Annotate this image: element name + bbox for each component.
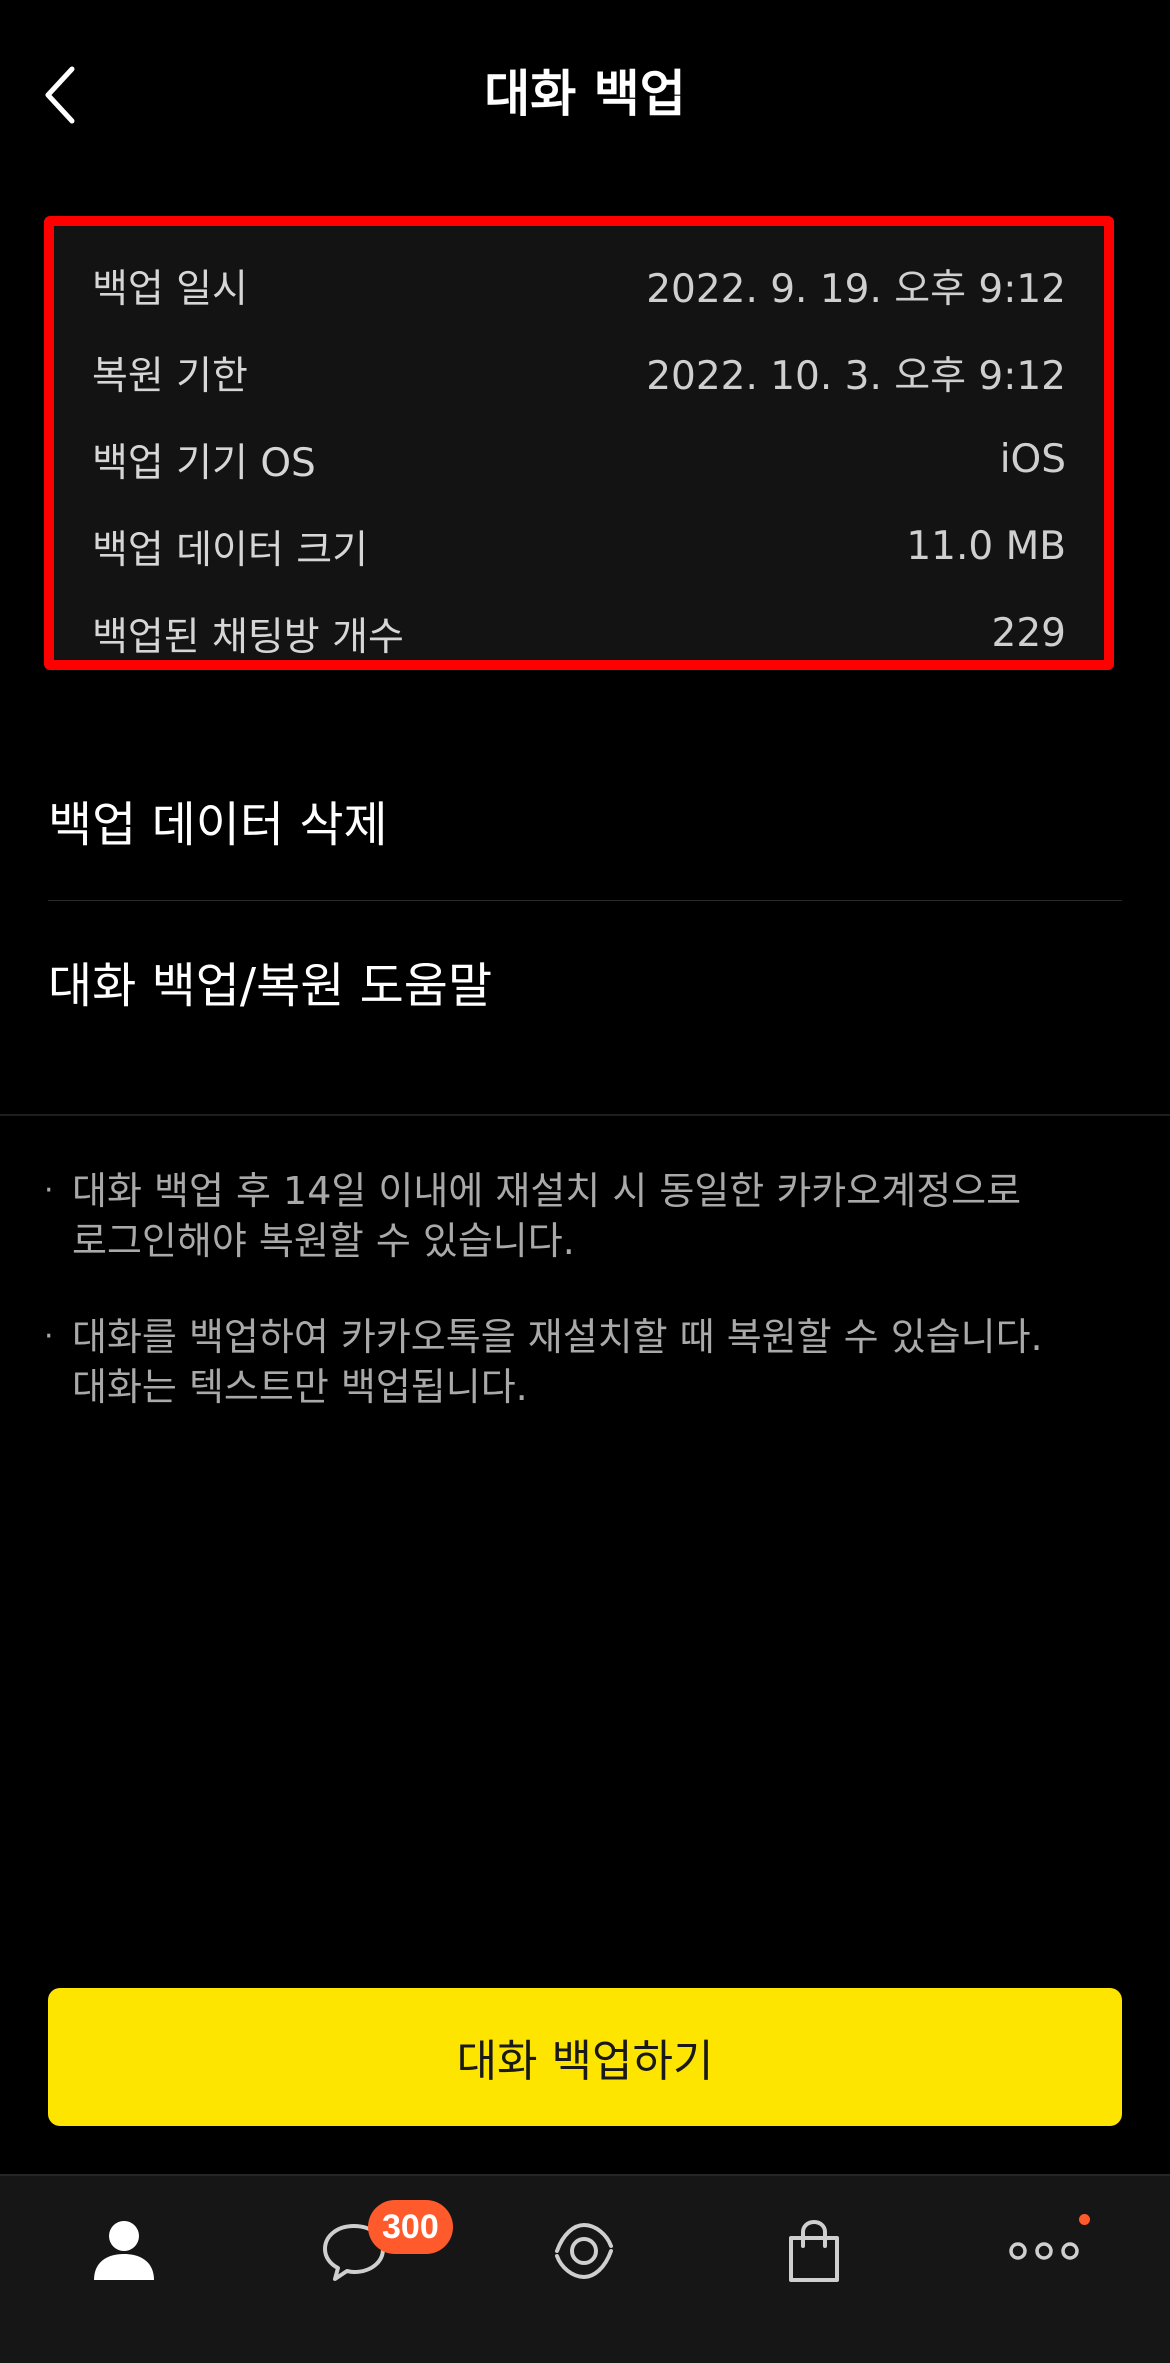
info-label: 백업 데이터 크기 xyxy=(92,527,368,573)
tab-more[interactable] xyxy=(927,2176,1161,2326)
info-value: 2022. 10. 3. 오후 9:12 xyxy=(646,353,1066,399)
info-value: iOS xyxy=(999,437,1066,482)
tab-view[interactable] xyxy=(467,2176,701,2326)
eye-view-icon xyxy=(555,2222,613,2280)
page-title: 대화 백업 xyxy=(484,65,686,123)
notice-item: · 대화 백업 후 14일 이내에 재설치 시 동일한 카카오계정으로 로그인해… xyxy=(44,1166,1134,1266)
notice-text: 대화를 백업하여 카카오톡을 재설치할 때 복원할 수 있습니다. xyxy=(72,1315,1043,1359)
notice-text: 대화는 텍스트만 백업됩니다. xyxy=(72,1365,528,1409)
bottom-tab-bar xyxy=(0,2174,1170,2363)
header: 대화 백업 xyxy=(0,0,1170,190)
notice-list: · 대화 백업 후 14일 이내에 재설치 시 동일한 카카오계정으로 로그인해… xyxy=(44,1166,1134,1458)
notice-text: 대화 백업 후 14일 이내에 재설치 시 동일한 카카오계정으로 xyxy=(72,1169,1022,1213)
delete-backup-data-item[interactable]: 백업 데이터 삭제 xyxy=(48,740,1122,900)
info-label: 백업 일시 xyxy=(92,266,248,312)
info-label: 백업 기기 OS xyxy=(92,440,316,486)
shopping-bag-icon xyxy=(789,2219,839,2282)
notice-text: 로그인해야 복원할 수 있습니다. xyxy=(72,1219,575,1263)
bullet: · xyxy=(44,1319,54,1354)
chat-unread-badge: 300 xyxy=(368,2200,453,2254)
new-indicator-dot xyxy=(1079,2214,1090,2225)
section-divider xyxy=(0,1114,1170,1116)
backup-help-item[interactable]: 대화 백업/복원 도움말 xyxy=(48,901,1122,1061)
info-value: 11.0 MB xyxy=(906,524,1066,569)
info-row-chatroom-count: 백업된 채팅방 개수 229 xyxy=(92,590,1066,677)
info-value: 2022. 9. 19. 오후 9:12 xyxy=(646,266,1066,312)
info-label: 복원 기한 xyxy=(92,353,248,399)
more-dots-icon xyxy=(1009,2242,1079,2260)
backup-info-panel: 백업 일시 2022. 9. 19. 오후 9:12 복원 기한 2022. 1… xyxy=(44,216,1114,670)
backup-chats-button[interactable]: 대화 백업하기 xyxy=(48,1988,1122,2126)
options-menu: 백업 데이터 삭제 대화 백업/복원 도움말 xyxy=(48,740,1122,1061)
info-row-device-os: 백업 기기 OS iOS xyxy=(92,416,1066,503)
tab-shopping[interactable] xyxy=(697,2176,931,2326)
notice-item: · 대화를 백업하여 카카오톡을 재설치할 때 복원할 수 있습니다. 대화는 … xyxy=(44,1312,1134,1412)
bullet: · xyxy=(44,1173,54,1208)
info-label: 백업된 채팅방 개수 xyxy=(92,614,404,660)
info-row-restore-deadline: 복원 기한 2022. 10. 3. 오후 9:12 xyxy=(92,329,1066,416)
tab-friends[interactable] xyxy=(7,2176,241,2326)
info-value: 229 xyxy=(991,611,1066,656)
person-icon xyxy=(94,2221,154,2280)
info-row-data-size: 백업 데이터 크기 11.0 MB xyxy=(92,503,1066,590)
info-row-backup-date: 백업 일시 2022. 9. 19. 오후 9:12 xyxy=(92,242,1066,329)
